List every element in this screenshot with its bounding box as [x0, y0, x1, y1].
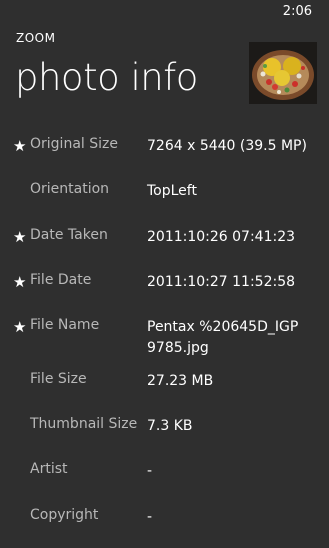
- clock: 2:06: [282, 4, 312, 19]
- field-label: Thumbnail Size: [30, 416, 138, 432]
- field-label: Artist: [30, 461, 68, 477]
- field-value: 7264 x 5440 (39.5 MP): [147, 138, 307, 154]
- star-icon: ★: [13, 228, 27, 246]
- field-value: 2011:10:26 07:41:23: [147, 229, 296, 245]
- field-label: Copyright: [30, 507, 99, 523]
- star-icon: ★: [13, 273, 27, 291]
- page-title: photo info: [15, 56, 198, 99]
- field-label: File Name: [30, 317, 100, 333]
- field-label: File Date: [30, 272, 92, 288]
- field-value: Pentax %20645D_IGP9785.jpg: [147, 319, 299, 356]
- star-icon: ★: [13, 137, 27, 155]
- field-label: Original Size: [30, 136, 118, 152]
- field-label: Orientation: [30, 181, 110, 197]
- field-label: Date Taken: [30, 227, 108, 243]
- star-icon: ★: [13, 318, 27, 336]
- fruit-plate-image: [249, 42, 317, 104]
- field-value: -: [147, 463, 153, 479]
- field-value: -: [147, 509, 153, 525]
- field-value: 27.23 MB: [147, 373, 214, 389]
- field-value: 7.3 KB: [147, 418, 193, 434]
- field-value: 2011:10:27 11:52:58: [147, 274, 296, 290]
- field-value: TopLeft: [147, 183, 197, 199]
- app-name: ZOOM: [16, 31, 56, 45]
- photo-thumbnail[interactable]: [249, 42, 317, 104]
- status-bar: 2:06: [0, 0, 329, 22]
- field-label: File Size: [30, 371, 87, 387]
